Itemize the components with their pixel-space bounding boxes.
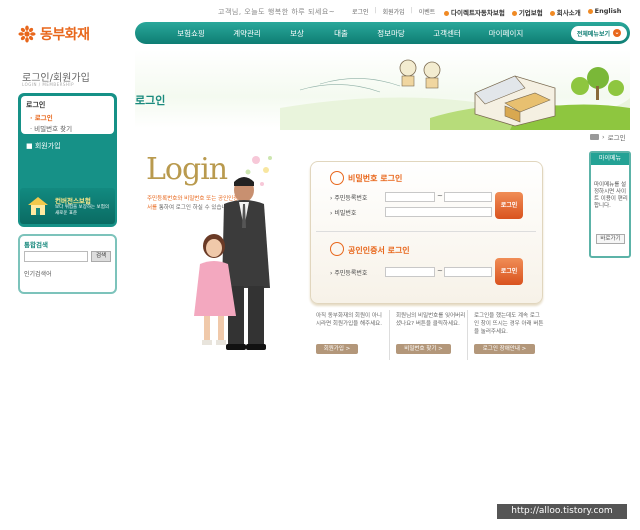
nav-compensation[interactable]: 보상	[275, 28, 319, 39]
bullet-icon	[444, 10, 449, 16]
sidebar-item-find-password[interactable]: · 비밀번호 찾기	[30, 123, 72, 133]
util-join-link[interactable]: 회원가입	[383, 7, 405, 16]
greeting-text: 고객님, 오늘도 행복한 하루 되세요~	[218, 8, 336, 16]
corporate-label: 기업보험	[518, 9, 543, 17]
company-link[interactable]: 회사소개	[549, 7, 581, 17]
rrn-dash: ~	[437, 192, 443, 200]
certificate-login-title: 공인인증서 로그인	[348, 246, 410, 255]
direct-car-label: 다이렉트자동차보험	[451, 9, 505, 17]
rrn-label-text: 주민등록번호	[334, 195, 368, 202]
find-password-button[interactable]: 비밀번호 찾기 >	[396, 344, 451, 354]
password-login-title: 비밀번호 로그인	[348, 174, 403, 183]
sidebar-group-login[interactable]: 로그인	[26, 100, 45, 110]
password-input[interactable]	[385, 207, 492, 217]
bullet-icon	[587, 8, 593, 14]
sidebar-item-join-label: 회원가입	[34, 142, 61, 150]
page-title: 로그인	[135, 94, 166, 107]
rrn-back-input[interactable]	[444, 192, 492, 202]
logo-flower-icon	[18, 25, 36, 43]
breadcrumb-current: 로그인	[607, 134, 626, 142]
sidebar-subtitle: LOGIN / MEMBERSHIP	[22, 82, 75, 87]
breadcrumb: › 로그인	[590, 132, 626, 142]
father-daughter-illustration	[194, 177, 270, 350]
bullet-icon	[511, 10, 517, 16]
quick-menu-title: 마이메뉴	[591, 153, 629, 165]
lock-icon	[330, 171, 344, 185]
password-label-text: 비밀번호	[334, 210, 357, 217]
separator: |	[374, 7, 377, 14]
nav-customer-center[interactable]: 고객센터	[419, 28, 475, 39]
login-error-guide-button[interactable]: 로그인 장애안내 >	[474, 344, 535, 354]
cert-rrn-dash: ~	[437, 267, 443, 275]
join-button[interactable]: 회원가입 >	[316, 344, 358, 354]
sidebar-item-login[interactable]: · 로그인	[30, 112, 53, 122]
all-menu-label: 전체메뉴보기	[576, 30, 610, 38]
home-icon[interactable]	[590, 134, 599, 140]
search-title: 통합검색	[24, 241, 48, 249]
nav-contract[interactable]: 계약관리	[219, 28, 275, 39]
company-label: 회사소개	[556, 9, 581, 17]
popular-keywords[interactable]: 인기검색어	[24, 269, 52, 278]
corporate-link[interactable]: 기업보험	[511, 7, 543, 17]
nav-mypage[interactable]: 마이페이지	[475, 28, 537, 39]
logo-text: 동부화재	[40, 27, 90, 43]
util-links: 로그인 | 회원가입 | 이벤트	[352, 7, 435, 16]
divider	[389, 310, 390, 360]
certificate-icon	[330, 242, 344, 256]
help-password-text: 회원님의 비밀번호를 잊어버리셨나요? 버튼을 클릭하세요.	[396, 313, 466, 327]
quick-menu-text: 마이메뉴를 설정하시면 사이트 이용이 편리합니다.	[594, 182, 628, 209]
sidebar-item-login-label: 로그인	[34, 114, 53, 122]
bullet-icon	[549, 10, 555, 16]
cert-rrn-front-input[interactable]	[385, 267, 435, 277]
cert-rrn-label-text: 주민등록번호	[334, 270, 368, 277]
divider	[316, 231, 536, 232]
banner-text: 보다 위험을 보장하는 보험의 새로운 표준	[55, 205, 109, 216]
chevron-down-icon: ⌄	[613, 29, 621, 37]
util-login-link[interactable]: 로그인	[352, 7, 369, 16]
banner-title: 컨버전스보험	[55, 197, 91, 205]
chevron-right-icon: ›	[602, 133, 605, 141]
rrn-label: › 주민등록번호	[330, 195, 368, 202]
separator: |	[410, 7, 413, 14]
sidebar-item-find-password-label: 비밀번호 찾기	[34, 125, 73, 133]
nav-insurance-shopping[interactable]: 보험쇼핑	[163, 28, 219, 39]
divider	[467, 310, 468, 360]
cert-rrn-back-input[interactable]	[444, 267, 492, 277]
direct-car-link[interactable]: 다이렉트자동차보험	[444, 7, 505, 17]
util-right-links: 다이렉트자동차보험 기업보험 회사소개 English	[444, 7, 621, 17]
help-error-text: 로그인을 했는데도 계속 로그인 창이 뜨시는 경우 아래 버튼을 눌러주세요.	[474, 313, 544, 335]
rrn-front-input[interactable]	[385, 192, 435, 202]
sidebar-item-join[interactable]: ■ 회원가입	[26, 141, 61, 151]
hero-illustration	[280, 59, 630, 130]
certificate-login-button[interactable]: 로그인	[495, 258, 523, 285]
watermark: http://alloo.tistory.com	[497, 504, 627, 519]
quick-menu-button[interactable]: 바로가기	[596, 234, 625, 244]
all-menu-button[interactable]: 전체메뉴보기 ⌄	[570, 25, 627, 41]
password-label: › 비밀번호	[330, 210, 357, 217]
main-nav: 보험쇼핑 계약관리 보상 대출 정보마당 고객센터 마이페이지 전체메뉴보기 ⌄	[135, 22, 630, 44]
cert-rrn-label: › 주민등록번호	[330, 270, 368, 277]
util-event-link[interactable]: 이벤트	[419, 7, 436, 16]
logo[interactable]: 동부화재	[18, 24, 90, 44]
search-input[interactable]	[24, 251, 88, 262]
nav-loan[interactable]: 대출	[319, 28, 363, 39]
english-link[interactable]: English	[587, 7, 622, 17]
english-label: English	[594, 7, 622, 15]
search-button[interactable]: 검색	[91, 251, 111, 262]
password-login-button[interactable]: 로그인	[495, 192, 523, 219]
help-join-text: 아직 동부화재의 회원이 아니시라면 회원가입을 해주세요.	[316, 313, 382, 327]
nav-info[interactable]: 정보마당	[363, 28, 419, 39]
house-icon	[28, 197, 48, 215]
